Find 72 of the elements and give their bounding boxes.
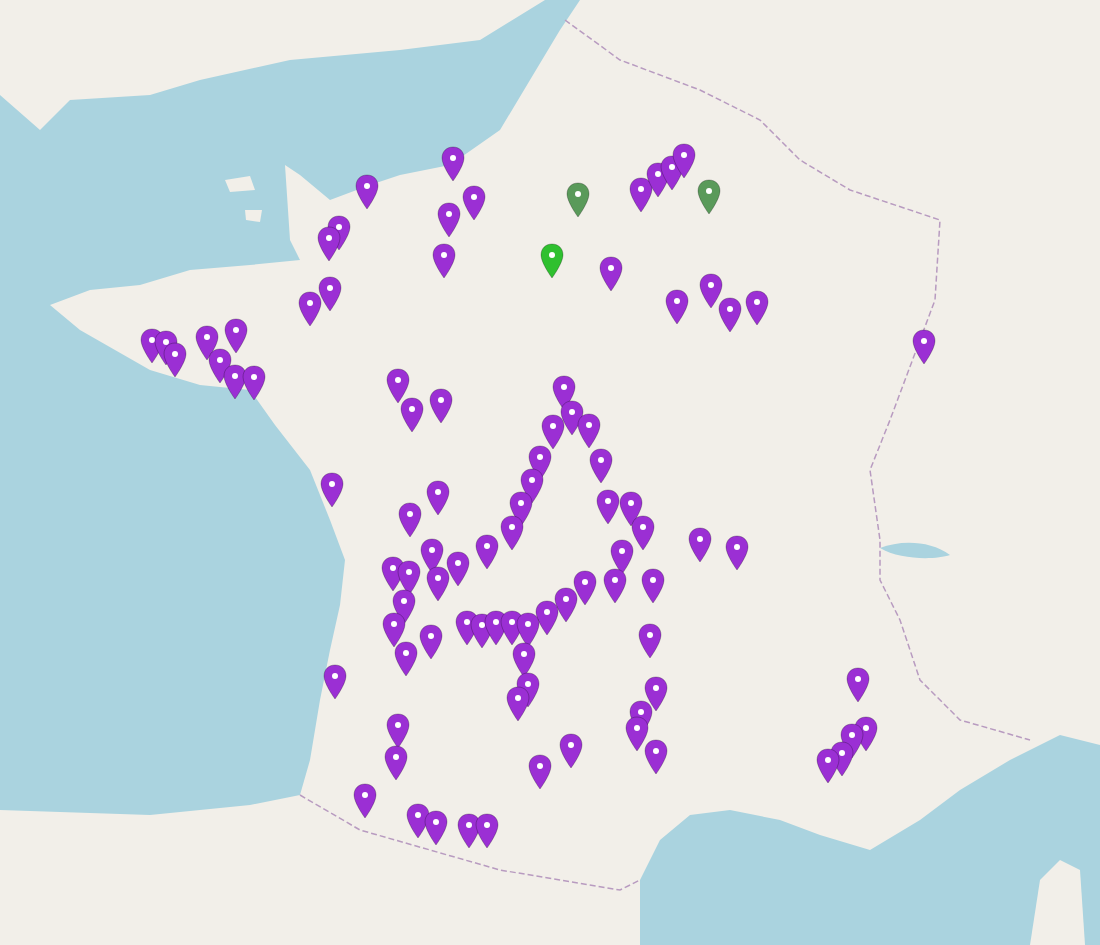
map-marker[interactable] [589,448,613,484]
map-marker[interactable] [665,289,689,325]
map-marker[interactable] [688,527,712,563]
map-marker[interactable] [528,754,552,790]
map-marker[interactable] [631,515,655,551]
map-marker[interactable] [400,397,424,433]
map-marker[interactable] [323,664,347,700]
map-marker[interactable] [912,329,936,365]
map-marker[interactable] [384,745,408,781]
map-marker[interactable] [718,297,742,333]
map-marker[interactable] [242,365,266,401]
map-marker[interactable] [437,202,461,238]
map-marker[interactable] [426,566,450,602]
island [245,210,262,222]
map-marker[interactable] [638,623,662,659]
map-marker[interactable] [475,813,499,849]
map-marker[interactable] [506,686,530,722]
map-marker[interactable] [566,182,590,218]
map-marker[interactable] [625,716,649,752]
map-marker[interactable] [644,676,668,712]
map-marker[interactable] [426,480,450,516]
map-marker[interactable] [573,570,597,606]
map-marker[interactable] [441,146,465,182]
map-marker[interactable] [603,568,627,604]
map-marker[interactable] [223,364,247,400]
lake [880,542,950,559]
map-marker[interactable] [419,624,443,660]
map-marker[interactable] [462,185,486,221]
map-marker[interactable] [432,243,456,279]
map-marker[interactable] [641,568,665,604]
map-marker[interactable] [317,226,341,262]
map-marker[interactable] [725,535,749,571]
map-marker[interactable] [318,276,342,312]
map-marker[interactable] [446,551,470,587]
map-marker[interactable] [475,534,499,570]
map-marker[interactable] [386,368,410,404]
map-marker[interactable] [195,325,219,361]
map-marker[interactable] [745,290,769,326]
map-marker[interactable] [208,348,232,384]
map-marker[interactable] [610,539,634,575]
map-marker[interactable] [672,143,696,179]
map-marker[interactable] [560,400,584,436]
map-marker[interactable] [353,783,377,819]
map-marker[interactable] [699,273,723,309]
map-marker[interactable] [577,413,601,449]
map-marker[interactable] [535,600,559,636]
map-marker[interactable] [386,713,410,749]
map-marker[interactable] [355,174,379,210]
map-marker[interactable] [559,733,583,769]
map-marker[interactable] [424,810,448,846]
map-marker[interactable] [541,414,565,450]
map-marker[interactable] [320,472,344,508]
map-marker[interactable] [846,667,870,703]
map-marker[interactable] [382,612,406,648]
map-marker[interactable] [500,515,524,551]
map-marker[interactable] [520,468,544,504]
map-marker[interactable] [554,587,578,623]
map-marker[interactable] [298,291,322,327]
map-marker[interactable] [644,739,668,775]
map-marker[interactable] [398,502,422,538]
map-marker[interactable] [540,243,564,279]
map-marker[interactable] [697,179,721,215]
map-marker[interactable] [619,491,643,527]
map-marker[interactable] [394,641,418,677]
map-marker[interactable] [163,342,187,378]
map-marker[interactable] [596,489,620,525]
map-marker[interactable] [224,318,248,354]
map-marker[interactable] [429,388,453,424]
island [225,176,255,192]
map-marker[interactable] [599,256,623,292]
map-marker[interactable] [816,748,840,784]
map-marker[interactable] [629,177,653,213]
